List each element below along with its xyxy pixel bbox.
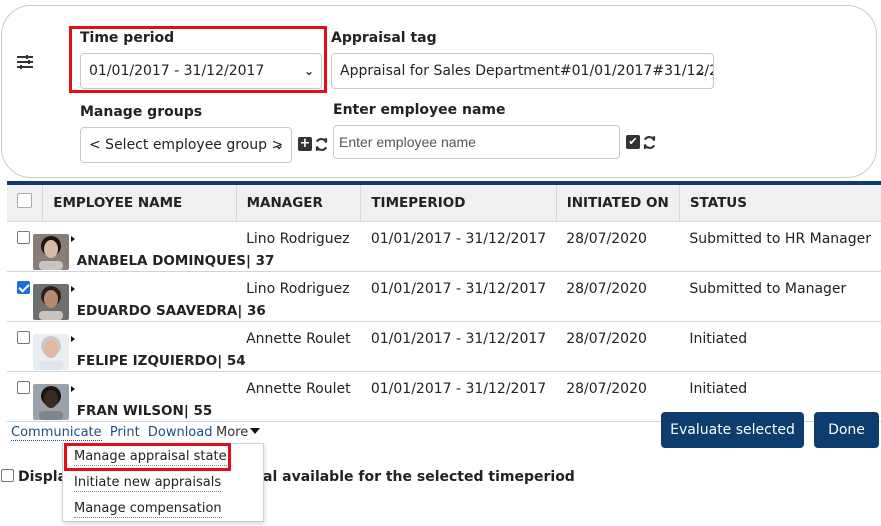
sliders-icon[interactable] bbox=[16, 55, 34, 69]
initiated-on-cell: 28/07/2020 bbox=[556, 321, 680, 372]
employee-name[interactable]: ANABELA DOMINQUES| 37 bbox=[77, 253, 275, 269]
display-option-checkbox[interactable] bbox=[1, 469, 14, 482]
more-menu-toggle[interactable]: More bbox=[216, 425, 261, 440]
employee-cell: ANABELA DOMINQUES| 37 bbox=[32, 221, 274, 272]
appraisals-table: EMPLOYEE NAME MANAGER TIMEPERIOD INITIAT… bbox=[7, 181, 881, 422]
caret-down-icon bbox=[250, 428, 261, 434]
column-header-initiated-on[interactable]: INITIATED ON bbox=[556, 183, 680, 222]
display-option: Displa bbox=[1, 469, 67, 485]
time-period-value: 01/01/2017 - 31/12/2017 bbox=[89, 63, 265, 79]
expand-caret-icon[interactable] bbox=[70, 235, 75, 242]
timeperiod-cell: 01/01/2017 - 31/12/2017 bbox=[360, 321, 557, 372]
refresh-icon[interactable] bbox=[642, 135, 657, 150]
employee-group-value: < Select employee group > bbox=[89, 137, 284, 153]
column-header-status[interactable]: STATUS bbox=[679, 183, 881, 222]
chevron-down-icon: ⌄ bbox=[273, 138, 284, 152]
row-checkbox[interactable] bbox=[17, 280, 30, 294]
employee-cell: FELIPE IZQUIERDO| 54 bbox=[32, 321, 246, 372]
row-checkbox[interactable] bbox=[17, 380, 30, 394]
employee-name-input[interactable] bbox=[333, 125, 620, 159]
time-period-label: Time period bbox=[80, 30, 175, 46]
initiated-on-cell: 28/07/2020 bbox=[556, 221, 680, 272]
table-row[interactable]: EDUARDO SAAVEDRA| 36 Lino Rodriguez 01/0… bbox=[7, 271, 881, 322]
employee-avatar bbox=[32, 333, 69, 370]
done-button[interactable]: Done bbox=[814, 412, 879, 448]
column-header-employee-name[interactable]: EMPLOYEE NAME bbox=[42, 183, 237, 222]
manage-groups-label: Manage groups bbox=[80, 104, 203, 120]
select-all-cell bbox=[7, 183, 44, 222]
column-header-timeperiod[interactable]: TIMEPERIOD bbox=[360, 183, 557, 222]
expand-caret-icon[interactable] bbox=[70, 285, 75, 292]
manager-cell: Annette Roulet bbox=[236, 321, 361, 372]
timeperiod-cell: 01/01/2017 - 31/12/2017 bbox=[360, 221, 557, 272]
expand-caret-icon[interactable] bbox=[70, 385, 75, 392]
status-cell: Initiated bbox=[679, 321, 881, 372]
column-header-manager[interactable]: MANAGER bbox=[236, 183, 362, 222]
timeperiod-cell: 01/01/2017 - 31/12/2017 bbox=[360, 271, 557, 322]
employee-cell: FRAN WILSON| 55 bbox=[32, 371, 237, 422]
print-link[interactable]: Print bbox=[110, 425, 140, 440]
employee-name[interactable]: FRAN WILSON| 55 bbox=[77, 403, 213, 419]
initiated-on-cell: 28/07/2020 bbox=[556, 271, 680, 322]
status-cell: Submitted to Manager bbox=[679, 271, 881, 322]
employee-name[interactable]: EDUARDO SAAVEDRA| 36 bbox=[77, 303, 266, 319]
add-group-icon[interactable]: + bbox=[298, 137, 312, 151]
chevron-down-icon: ⌄ bbox=[303, 64, 314, 78]
action-links: Communicate Print Download bbox=[11, 425, 216, 441]
row-checkbox[interactable] bbox=[17, 330, 30, 344]
expand-caret-icon[interactable] bbox=[70, 335, 75, 342]
table-row[interactable]: ANABELA DOMINQUES| 37 Lino Rodriguez 01/… bbox=[7, 221, 881, 272]
employee-avatar bbox=[32, 233, 69, 270]
manager-cell: Annette Roulet bbox=[236, 371, 361, 422]
menu-item-manage-appraisal-state[interactable]: Manage appraisal state bbox=[74, 449, 227, 466]
row-checkbox[interactable] bbox=[17, 230, 30, 244]
table-header-row: EMPLOYEE NAME MANAGER TIMEPERIOD INITIAT… bbox=[7, 183, 881, 222]
appraisal-tag-select[interactable]: Appraisal for Sales Department#01/01/201… bbox=[331, 53, 714, 89]
employee-name[interactable]: FELIPE IZQUIERDO| 54 bbox=[77, 353, 246, 369]
evaluate-selected-button[interactable]: Evaluate selected bbox=[661, 412, 804, 448]
table-row[interactable]: FELIPE IZQUIERDO| 54 Annette Roulet 01/0… bbox=[7, 321, 881, 372]
timeperiod-cell: 01/01/2017 - 31/12/2017 bbox=[360, 371, 557, 422]
employee-group-select[interactable]: < Select employee group > ⌄ bbox=[80, 127, 292, 163]
employee-cell: EDUARDO SAAVEDRA| 36 bbox=[32, 271, 266, 322]
employee-avatar bbox=[32, 283, 69, 320]
more-label: More bbox=[216, 425, 249, 440]
communicate-link[interactable]: Communicate bbox=[11, 425, 102, 441]
employee-avatar bbox=[32, 383, 69, 420]
time-period-select[interactable]: 01/01/2017 - 31/12/2017 ⌄ bbox=[80, 53, 322, 89]
appraisal-tag-value: Appraisal for Sales Department#01/01/201… bbox=[340, 63, 714, 79]
chevron-down-icon: ⌄ bbox=[695, 64, 706, 78]
download-link[interactable]: Download bbox=[148, 425, 213, 440]
menu-item-manage-compensation[interactable]: Manage compensation bbox=[74, 501, 222, 518]
appraisal-tag-label: Appraisal tag bbox=[331, 30, 437, 46]
refresh-icon[interactable] bbox=[314, 137, 329, 152]
display-option-label-start: Displa bbox=[18, 469, 68, 485]
select-all-checkbox[interactable] bbox=[17, 193, 32, 209]
status-cell: Submitted to HR Manager bbox=[679, 221, 881, 272]
menu-item-initiate-new-appraisals[interactable]: Initiate new appraisals bbox=[74, 475, 222, 492]
more-dropdown-menu: Manage appraisal state Initiate new appr… bbox=[62, 443, 264, 522]
display-option-label-end: al available for the selected timeperiod bbox=[263, 469, 575, 485]
employee-name-label: Enter employee name bbox=[333, 102, 506, 118]
apply-check-icon[interactable]: ✔ bbox=[626, 135, 640, 149]
